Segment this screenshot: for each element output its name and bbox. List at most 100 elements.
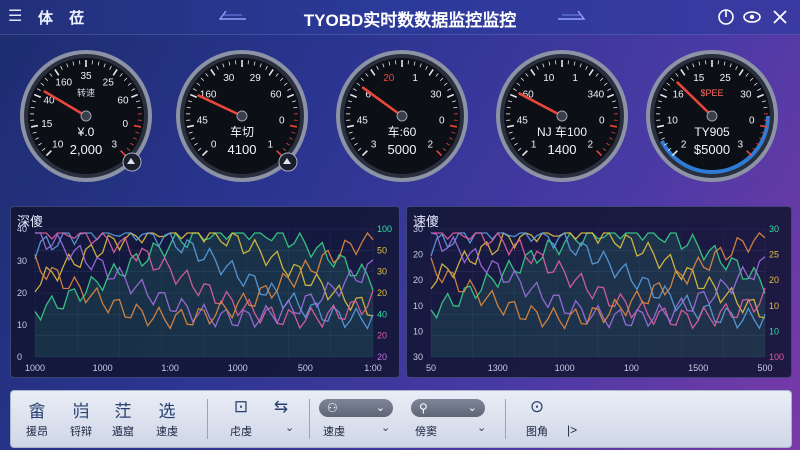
- gauge-tick-label: 35: [80, 71, 92, 82]
- gauge-value: 5000: [388, 142, 417, 157]
- gauge-value: 1400: [548, 142, 577, 157]
- gauge-tick-label: 160: [55, 78, 72, 89]
- gauge-tick-label: 2: [681, 139, 687, 150]
- x-tick-label: 1300: [488, 363, 508, 373]
- dropdown-2-label: 傍窦: [415, 426, 437, 438]
- tool-icon-4: 选: [158, 402, 176, 421]
- tool-icon-1: 畲: [28, 402, 46, 421]
- y-tick-label: 20: [413, 275, 423, 285]
- toolbar-button-4[interactable]: 选速虔: [145, 395, 189, 443]
- gauge-readout: NJ 车100: [537, 124, 587, 139]
- chevron-down-icon[interactable]: ⌄: [381, 421, 390, 434]
- dropdown-2-icon: ⚲: [419, 401, 428, 415]
- gauge-tick-label: 10: [667, 115, 679, 126]
- gauge-tick-label: 1: [572, 73, 578, 84]
- y-tick-label: 10: [413, 326, 423, 336]
- right-tick-label: 100: [769, 352, 784, 362]
- gauge-tick-label: 0: [439, 115, 445, 126]
- toolbar-divider: [505, 399, 506, 439]
- gauge-value: $5000: [694, 142, 730, 157]
- x-tick-label: 1000: [93, 363, 113, 373]
- series-area: [35, 233, 373, 357]
- back-arrow-icon[interactable]: [212, 6, 248, 24]
- power-icon[interactable]: [716, 7, 736, 27]
- toolbar-divider: [309, 399, 310, 439]
- tool-icon-6: ⇆: [273, 397, 289, 416]
- right-tick-label: 20: [377, 331, 387, 341]
- gauge-3: 345620 13002车:605000: [336, 50, 468, 182]
- gauge-tick-label: 10: [543, 73, 555, 84]
- dropdown-1-icon: ⚇: [327, 401, 338, 415]
- menu-icon[interactable]: ☰: [8, 6, 22, 26]
- chevron-down-icon: ⌄: [375, 402, 385, 414]
- gauge-2: 04516030 296001车切4100: [176, 50, 308, 182]
- forward-arrow-icon[interactable]: [556, 6, 592, 24]
- toolbar-button-6[interactable]: ⇆: [259, 395, 303, 443]
- tool-icon-3: 茳: [114, 402, 132, 421]
- right-tick-label: 20: [377, 288, 387, 298]
- gauge-tick-label: 25: [720, 73, 732, 84]
- dropdown-2[interactable]: ⚲ ⌄: [411, 399, 485, 417]
- gauge-tick-label: 45: [517, 115, 529, 126]
- left-chart-title: 深傻: [17, 214, 44, 229]
- right-tick-label: 25: [769, 250, 779, 260]
- gauge-tick-label: 0: [122, 119, 128, 130]
- tool-icon-2: 岿: [72, 402, 90, 421]
- toolbar-button-5[interactable]: ⊡ 虍虔: [219, 395, 263, 443]
- gauge-value: 4100: [228, 142, 257, 157]
- right-tick-label: 50: [377, 245, 387, 255]
- top-bar: ☰ 体 莅 TYOBD实时数数据监控监控: [0, 0, 800, 35]
- toolbar-button-1[interactable]: 畲援昂: [15, 395, 59, 443]
- right-tick-label: 20: [377, 352, 387, 362]
- chevron-down-icon: ⌄: [467, 402, 477, 414]
- left-chart: 4030201001000 1000 1:00 1000 500 1:0010050302…: [17, 224, 392, 373]
- y-tick-label: 20: [17, 288, 27, 298]
- y-tick-label: 30: [17, 256, 27, 266]
- x-tick-label: 1000: [25, 363, 45, 373]
- right-tick-label: 30: [377, 267, 387, 277]
- tool-label-1: 援昂: [26, 426, 48, 438]
- gauge-tick-label: 25: [103, 78, 115, 89]
- settings-button[interactable]: ⊙ 图角: [515, 395, 559, 443]
- chevron-down-icon[interactable]: ⌄: [477, 421, 486, 434]
- gauge-tick-label: 15: [41, 119, 53, 130]
- gauge-speed: 2 10 16 15 25 30 0 3 $PEE TY905 $5000: [646, 50, 778, 182]
- x-tick-label: 1000: [228, 363, 248, 373]
- gauge-tick-label: 1: [531, 139, 537, 150]
- gauge-unit: $PEE: [700, 88, 723, 98]
- gauge-tick-label: 2: [428, 139, 434, 150]
- right-tick-label: 30: [769, 224, 779, 234]
- right-tick-label: 20: [769, 275, 779, 285]
- bottom-toolbar: 畲援昂 岿锊辩 茳遁窟 选速虔 ⊡ 虍虔 ⇆ ⌄ ⚇ ⌄ 速虔 ⌄ ⚲ ⌄ 傍窦 ⌄ …: [10, 390, 792, 448]
- right-chart: 30202010103050 1300 1000 100 1500 50030252010…: [413, 224, 784, 373]
- x-tick-label: 1000: [555, 363, 575, 373]
- gauge-tick-label: 45: [197, 115, 209, 126]
- gauge-hub: [396, 110, 408, 122]
- gauge-tick-label: 1: [412, 73, 418, 84]
- page-title: TYOBD实时数数据监控监控: [303, 11, 517, 30]
- tool-label-4: 速虔: [156, 426, 178, 438]
- gauge-tick-label: 0: [211, 139, 217, 150]
- y-tick-label: 10: [17, 320, 27, 330]
- gauge-readout: 车切: [230, 124, 254, 139]
- left-chart-panel: 40 30 20 10 0 1000 1000 1:00 1000 500 1:00 100 50 30 2…: [10, 206, 400, 378]
- right-tick-label: 100: [377, 224, 392, 234]
- gauge-tick-label: 0: [599, 115, 605, 126]
- close-icon[interactable]: [770, 7, 790, 27]
- toolbar-button-3[interactable]: 茳遁窟: [101, 395, 145, 443]
- view-icon[interactable]: [742, 7, 762, 27]
- y-tick-label: 0: [17, 352, 22, 362]
- chevron-down-icon[interactable]: ⌄: [285, 421, 294, 434]
- settings-label: 图角: [526, 426, 548, 438]
- toolbar-divider: [207, 399, 208, 439]
- gauge-tick-label: 16: [673, 90, 685, 101]
- tool-label-3: 遁窟: [112, 426, 134, 438]
- gauge-tick-label: 30: [740, 90, 752, 101]
- x-tick-label: 500: [298, 363, 313, 373]
- play-button[interactable]: |>: [567, 423, 577, 437]
- gauge-tick-label: 340: [588, 90, 605, 101]
- right-chart-title: 速傻: [413, 214, 440, 229]
- gauge-hub: [556, 110, 568, 122]
- toolbar-button-2[interactable]: 岿锊辩: [59, 395, 103, 443]
- dropdown-1[interactable]: ⚇ ⌄: [319, 399, 393, 417]
